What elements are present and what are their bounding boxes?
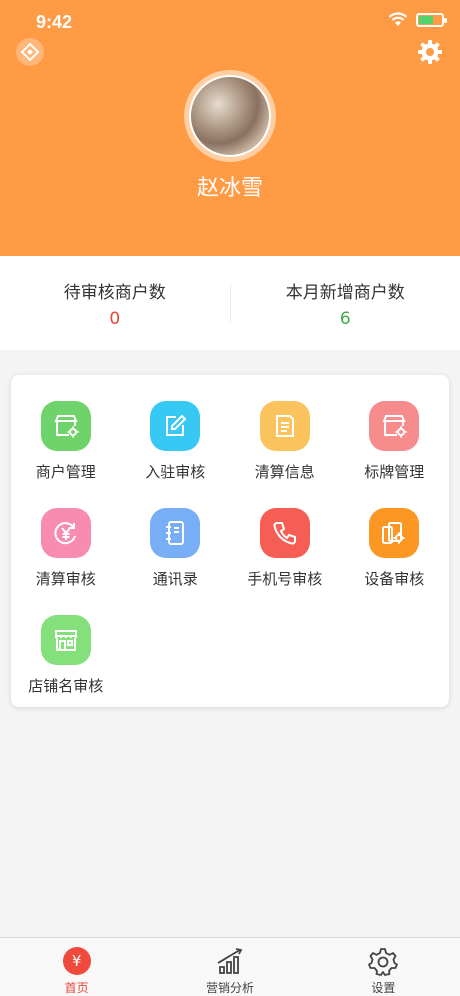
app-logo-icon[interactable] [16,38,44,66]
shop-sign-icon [369,401,420,451]
menu-item-label: 通讯录 [152,570,198,588]
tab-label: 首页 [64,981,89,995]
menu-item-device-review[interactable]: 设备审核 [340,508,450,615]
menu-item-label: 商户管理 [35,463,96,481]
menu-item-label: 清算信息 [254,463,315,481]
profile-header: 9:42 赵冰雪 [0,0,460,256]
avatar-image [189,75,271,157]
menu-item-onboarding-review[interactable]: 入驻审核 [121,401,231,508]
yuan-home-icon: ¥ [62,946,92,976]
menu-item-contacts[interactable]: 通讯录 [121,508,231,615]
bottom-tab-bar: ¥ 首页 营销分析 设置 [0,937,460,996]
menu-item-sign-management[interactable]: 标牌管理 [340,401,450,508]
yuan-refresh-icon [40,508,91,558]
stat-new-merchants[interactable]: 本月新增商户数 6 [231,256,460,350]
stat-label: 待审核商户数 [63,283,166,303]
storefront-icon [40,615,91,665]
merchant-stats: 待审核商户数 0 本月新增商户数 6 [0,256,460,350]
tab-label: 设置 [371,981,396,995]
status-bar: 9:42 [0,0,460,44]
device-settings-icon [369,508,420,558]
menu-item-label: 清算审核 [35,570,96,588]
function-grid-card: 商户管理 入驻审核 清算信息 标牌管理 清算审核 通讯录 手机号审核 设备审核 … [11,375,449,707]
stat-pending-merchants[interactable]: 待审核商户数 0 [0,256,230,350]
status-time: 9:42 [36,12,73,32]
menu-item-label: 手机号审核 [247,570,323,588]
stat-value: 6 [339,309,351,329]
menu-item-store-name-review[interactable]: 店铺名审核 [11,615,121,722]
wifi-icon [388,12,408,26]
menu-item-phone-review[interactable]: 手机号审核 [230,508,340,615]
tab-home[interactable]: ¥ 首页 [0,938,153,996]
menu-item-label: 标牌管理 [364,463,425,481]
settings-gear-icon[interactable] [416,38,444,66]
phone-icon [259,508,310,558]
tab-marketing-analysis[interactable]: 营销分析 [153,938,306,996]
menu-item-label: 设备审核 [364,570,425,588]
user-name: 赵冰雪 [196,176,263,201]
bar-chart-icon [215,946,245,976]
gear-icon [368,946,399,976]
stat-value: 0 [109,309,121,329]
edit-icon [150,401,201,451]
menu-item-label: 入驻审核 [145,463,206,481]
address-book-icon [150,508,201,558]
document-icon [259,401,310,451]
status-icons [388,12,447,27]
menu-item-settlement-info[interactable]: 清算信息 [230,401,340,508]
battery-icon [416,12,447,27]
tab-label: 营销分析 [205,981,254,995]
menu-item-settlement-review[interactable]: 清算审核 [11,508,121,615]
tab-settings[interactable]: 设置 [307,938,460,996]
avatar[interactable] [184,70,276,162]
shop-settings-icon [40,401,91,451]
menu-item-merchant-management[interactable]: 商户管理 [11,401,121,508]
stat-label: 本月新增商户数 [285,283,405,303]
menu-item-label: 店铺名审核 [28,677,104,695]
